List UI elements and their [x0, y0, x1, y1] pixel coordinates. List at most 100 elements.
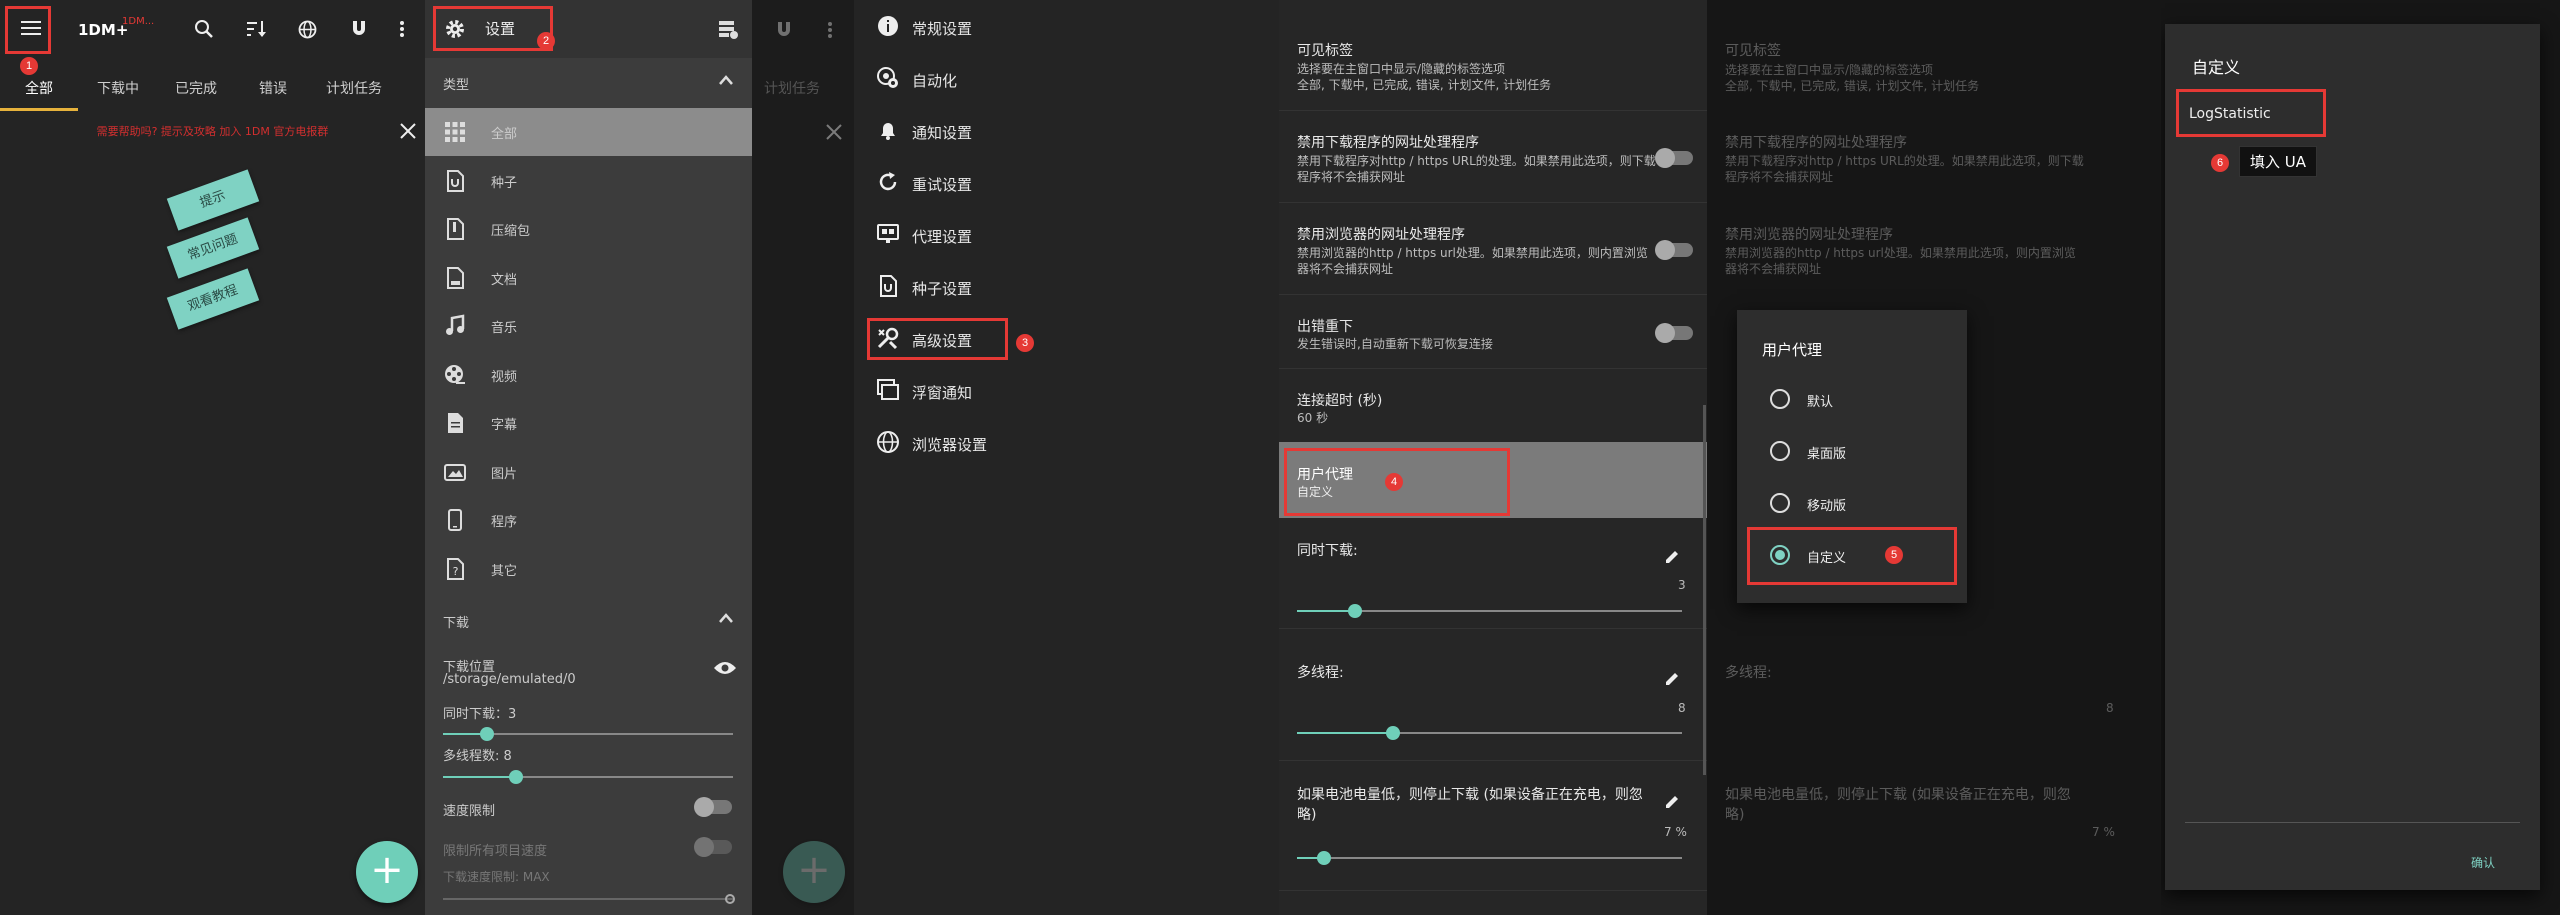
dim-handler-desc: 禁用下载程序对http / https URL的处理。如果禁用此选项，则下载程序…	[1725, 154, 2084, 184]
settings-menu-label: 通知设置	[912, 124, 973, 142]
radio-button[interactable]	[1770, 389, 1790, 409]
type-item[interactable]: 程序	[425, 496, 752, 544]
threads-slider-2[interactable]	[1297, 726, 1682, 740]
tab-all[interactable]: 全部	[25, 78, 53, 98]
settings-menu-label: 重试设置	[912, 176, 973, 194]
speed-max-slider[interactable]	[443, 898, 733, 900]
concurrent-slider[interactable]	[1297, 604, 1682, 618]
concurrent-value: 3	[1678, 578, 1686, 592]
subtitle-icon	[443, 411, 467, 435]
help-notice[interactable]: 需要帮助吗? 提示及攻略 加入 1DM 官方电报群	[0, 120, 425, 144]
disable-handler-toggle[interactable]	[1655, 148, 1693, 168]
tab-completed[interactable]: 已完成	[175, 78, 217, 98]
limit-all-toggle[interactable]	[694, 837, 732, 857]
phone-icon	[443, 508, 467, 532]
settings-menu-item[interactable]: 通知设置	[876, 108, 1276, 152]
step6-highlight	[2176, 89, 2326, 137]
disable-handler-title: 禁用下载程序的网址处理程序	[1297, 135, 1479, 151]
user-agent-option[interactable]: 桌面版	[1737, 430, 1967, 474]
chevron-up-icon[interactable]	[718, 74, 734, 86]
step3-badge: 3	[1016, 334, 1034, 352]
tab-bar: 全部 下载中 已完成 错误 计划任务	[0, 70, 425, 112]
retry-toggle[interactable]	[1655, 323, 1693, 343]
tab-error[interactable]: 错误	[259, 78, 287, 98]
video-icon	[443, 363, 467, 387]
edit-icon[interactable]	[1663, 548, 1681, 566]
type-item[interactable]: 种子	[425, 157, 752, 205]
type-item[interactable]: 文档	[425, 254, 752, 302]
dim-visible-tabs-values: 全部, 下载中, 已完成, 错误, 计划文件, 计划任务	[1725, 79, 1980, 93]
settings-menu-label: 常规设置	[912, 20, 973, 38]
settings-menu-item[interactable]: 种子设置	[876, 264, 1276, 308]
option-label: 移动版	[1807, 499, 1847, 514]
step5-highlight	[1747, 527, 1957, 585]
unknown-file-icon: ?	[443, 557, 467, 581]
globe-icon[interactable]	[297, 19, 318, 40]
proxy-icon	[876, 222, 900, 246]
search-icon[interactable]	[193, 18, 215, 40]
eye-icon[interactable]	[713, 660, 737, 676]
more-vert-icon[interactable]	[398, 19, 406, 39]
threads-title: 多线程:	[1297, 665, 1344, 681]
radio-button[interactable]	[1770, 441, 1790, 461]
main-screen-panel: 1DM+ 1DM... 1 全部 下载中 已完成 错误 计划任务 需要帮助吗? …	[0, 0, 425, 915]
speed-max-slider-knob[interactable]	[725, 894, 735, 904]
type-item[interactable]: ? 其它	[425, 545, 752, 593]
tab-downloading[interactable]: 下载中	[97, 78, 139, 98]
type-item[interactable]: 音乐	[425, 302, 752, 350]
sort-icon[interactable]	[245, 19, 267, 39]
settings-menu-item[interactable]: 重试设置	[876, 160, 1276, 204]
add-download-button[interactable]: +	[356, 841, 418, 903]
magnet-icon[interactable]	[349, 19, 369, 39]
close-icon[interactable]	[399, 122, 417, 140]
settings-menu-item[interactable]: 常规设置	[876, 4, 1276, 48]
radio-button[interactable]	[1770, 493, 1790, 513]
retry-desc: 发生错误时,自动重新下载可恢复连接	[1297, 337, 1493, 351]
scrollbar[interactable]	[1703, 405, 1706, 775]
confirm-button[interactable]: 确认	[2471, 854, 2495, 871]
type-item[interactable]: 视频	[425, 351, 752, 399]
settings-menu-item[interactable]: 浏览器设置	[876, 420, 1276, 464]
connection-timeout-setting[interactable]: 连接超时 (秒) 60 秒	[1279, 368, 1707, 442]
disable-browser-handler-setting[interactable]: 禁用浏览器的网址处理程序 禁用浏览器的http / https url处理。如果…	[1279, 202, 1707, 294]
image-icon	[443, 460, 467, 484]
disable-download-handler-setting[interactable]: 禁用下载程序的网址处理程序 禁用下载程序对http / https URL的处理…	[1279, 110, 1707, 202]
settings-menu-item[interactable]: 代理设置	[876, 212, 1276, 256]
type-item[interactable]: 压缩包	[425, 205, 752, 253]
battery-value: 7 %	[1664, 825, 1687, 839]
type-item-label: 程序	[491, 515, 518, 530]
download-location-path[interactable]: /storage/emulated/0	[443, 672, 576, 687]
user-agent-option[interactable]: 移动版	[1737, 482, 1967, 526]
disable-browser-toggle[interactable]	[1655, 240, 1693, 260]
storage-settings-icon[interactable]	[717, 18, 739, 40]
concurrent-downloads-slider[interactable]	[443, 727, 733, 741]
chevron-up-icon[interactable]	[718, 612, 734, 624]
concurrent-downloads-setting[interactable]: 同时下载: 3	[1279, 518, 1707, 628]
edit-icon[interactable]	[1663, 793, 1681, 811]
tab-scheduled[interactable]: 计划任务	[326, 78, 382, 98]
dim-handler-title: 禁用下载程序的网址处理程序	[1725, 135, 1907, 151]
speed-max-label: 下载速度限制: MAX	[443, 870, 550, 884]
bell-icon	[876, 118, 900, 142]
top-app-bar: 1DM+ 1DM...	[0, 0, 425, 58]
type-item[interactable]: 图片	[425, 448, 752, 496]
dialog-title: 用户代理	[1762, 341, 1823, 359]
step3-highlight	[867, 318, 1008, 360]
type-item[interactable]: 字幕	[425, 399, 752, 447]
threads-slider[interactable]	[443, 770, 733, 784]
user-agent-option[interactable]: 默认	[1737, 378, 1967, 422]
battery-slider[interactable]	[1297, 851, 1682, 865]
low-battery-setting[interactable]: 如果电池电量低，则停止下载 (如果设备正在充电，则忽略) 7 %	[1279, 760, 1707, 890]
info-icon	[876, 14, 900, 38]
retry-on-error-setting[interactable]: 出错重下 发生错误时,自动重新下载可恢复连接	[1279, 294, 1707, 368]
settings-menu-label: 浏览器设置	[912, 436, 988, 454]
settings-menu-panel: 常规设置 自动化 通知设置 重试设置 代理设置 种子设置 高级设置 浮窗通知 浏览器设置 3	[854, 0, 1279, 915]
speed-limit-toggle[interactable]	[694, 797, 732, 817]
type-item[interactable]: 全部	[425, 108, 752, 156]
visible-tabs-setting[interactable]: 可见标签 选择要在主窗口中显示/隐藏的标签选项 全部, 下载中, 已完成, 错误…	[1279, 0, 1707, 100]
music-icon	[443, 314, 467, 338]
threads-setting[interactable]: 多线程: 8	[1279, 628, 1707, 760]
edit-icon[interactable]	[1663, 670, 1681, 688]
settings-menu-item[interactable]: 浮窗通知	[876, 368, 1276, 412]
settings-menu-item[interactable]: 自动化	[876, 56, 1276, 100]
